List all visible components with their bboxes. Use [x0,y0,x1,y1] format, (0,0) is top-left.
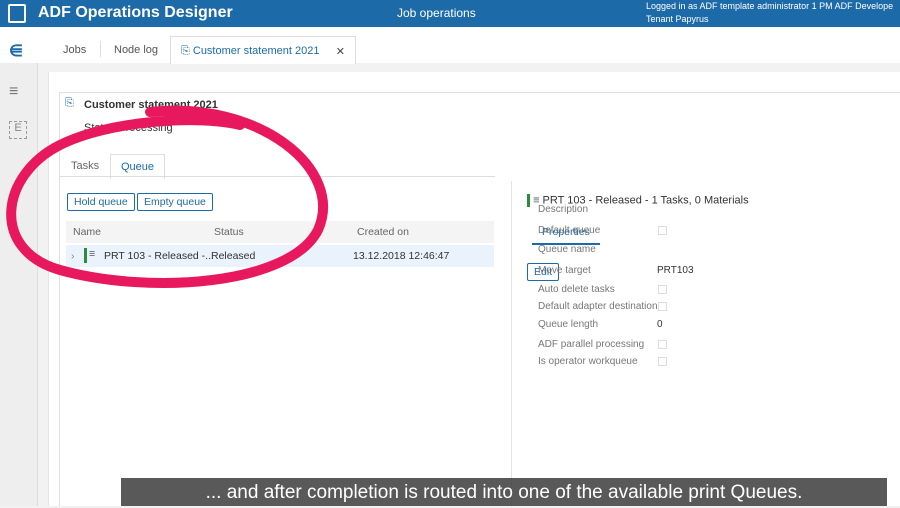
prop-checkbox[interactable] [658,357,667,366]
hold-queue-button[interactable]: Hold queue [67,193,135,211]
prop-label: Auto delete tasks [538,284,615,295]
side-rail: ≡ E [0,63,38,506]
logged-in-text: Logged in as ADF template administrator … [646,1,894,11]
prop-label: Move target [538,265,591,276]
section-title: Job operations [397,6,476,20]
table-row[interactable]: › ≡ PRT 103 - Released -... Released 13.… [66,245,494,267]
queue-icon: ≡ [89,248,96,260]
prop-checkbox[interactable] [658,226,667,235]
row-status: Released [211,250,256,262]
video-caption: ... and after completion is routed into … [121,478,887,506]
job-icon: ⎘ [65,97,74,109]
prop-label: Default queue [538,225,601,236]
tab-tasks[interactable]: Tasks [71,160,99,172]
col-created[interactable]: Created on [357,226,409,238]
col-name[interactable]: Name [73,226,101,238]
tab-jobs[interactable]: Jobs [63,44,86,56]
row-name: PRT 103 - Released -... [104,250,214,262]
filter-icon[interactable]: ≡ [9,83,18,101]
job-card: ⎘ Customer statement 2021 Status Process… [59,92,900,507]
prop-checkbox[interactable] [658,302,667,311]
status-bar-icon [527,194,530,207]
prop-label: ADF parallel processing [538,339,645,350]
app-logo-icon [8,4,26,23]
status-bar-icon [84,248,87,263]
prop-value: 0 [657,319,663,330]
empty-queue-button[interactable]: Empty queue [137,193,213,211]
prop-label: Default adapter destination [538,301,658,312]
prop-value: PRT103 [657,265,694,276]
tab-label: Customer statement 2021 [192,45,320,57]
menu-toggle-icon[interactable]: ⋹ [9,41,23,61]
col-status[interactable]: Status [214,226,244,238]
job-icon: ⎘ [181,45,190,57]
main-content: ⎘ Customer statement 2021 Status Process… [48,72,900,507]
prop-checkbox[interactable] [658,340,667,349]
close-icon[interactable]: ✕ [336,45,345,58]
tab-node-log[interactable]: Node log [114,44,158,56]
user-info: Logged in as ADF template administrator … [646,0,893,26]
row-created: 13.12.2018 12:46:47 [353,250,450,262]
prop-label: Queue name [538,244,596,255]
expand-icon[interactable]: E [9,121,27,139]
job-title: Customer statement 2021 [84,99,218,111]
prop-checkbox[interactable] [658,285,667,294]
tab-customer-statement[interactable]: ⎘ Customer statement 2021 ✕ [170,36,356,64]
tab-bar: ⋹ Jobs Node log ⎘ Customer statement 202… [0,27,900,64]
app-header: ADF Operations Designer Job operations L… [0,0,900,27]
prop-label: Is operator workqueue [538,356,638,367]
tenant-text: Tenant Papyrus [646,14,709,24]
expand-chevron-icon[interactable]: › [71,250,75,262]
prop-label: Description [538,204,589,215]
app-title: ADF Operations Designer [38,4,233,21]
grid-header: Name Status Created on [66,221,494,243]
job-status: Status Processing [84,122,173,134]
prop-label: Queue length [538,319,599,330]
